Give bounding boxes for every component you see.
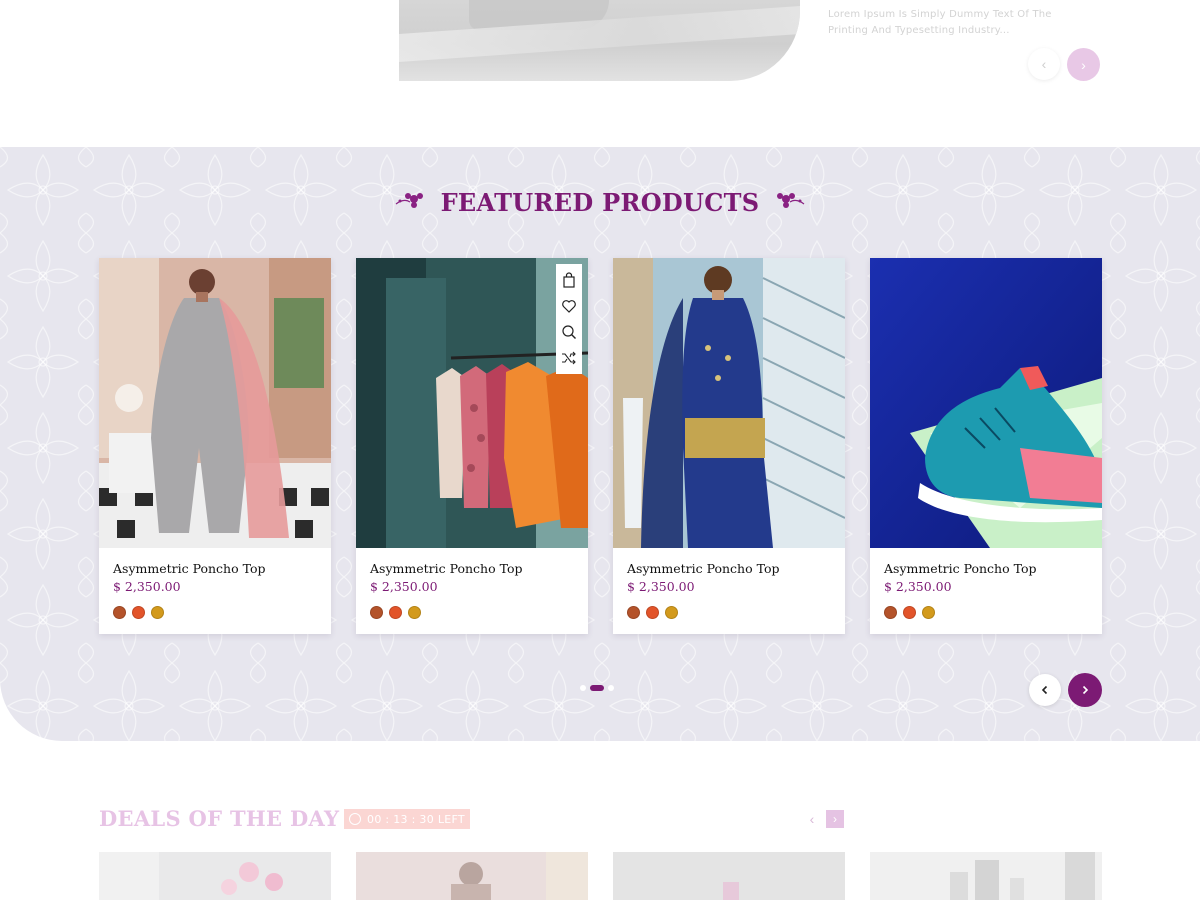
product-name[interactable]: Asymmetric Poncho Top <box>627 561 780 576</box>
add-to-wishlist-button[interactable] <box>557 293 581 319</box>
add-to-cart-button[interactable] <box>557 267 581 293</box>
deal-product-image[interactable] <box>99 852 331 900</box>
banner-prev-button[interactable]: ‹ <box>1028 48 1060 80</box>
orchid-flower-icon <box>774 190 806 215</box>
banner-description: Lorem Ipsum Is Simply Dummy Text Of The … <box>828 9 1052 36</box>
color-swatches <box>113 606 164 619</box>
orchid-flower-icon <box>394 190 426 215</box>
color-swatch[interactable] <box>922 606 935 619</box>
color-swatch[interactable] <box>113 606 126 619</box>
color-swatch[interactable] <box>389 606 402 619</box>
product-card[interactable]: Asymmetric Poncho Top $ 2,350.00 <box>613 258 845 634</box>
shuffle-icon <box>562 351 576 365</box>
color-swatches <box>884 606 935 619</box>
deals-next-button[interactable]: › <box>826 810 844 828</box>
banner-next-button[interactable]: › <box>1067 48 1100 81</box>
deal-timer-badge: 00 : 13 : 30 LEFT <box>344 809 470 829</box>
chevron-left-icon <box>1041 685 1048 695</box>
deal-timer-text: 00 : 13 : 30 LEFT <box>367 812 465 826</box>
color-swatch[interactable] <box>370 606 383 619</box>
product-image[interactable] <box>870 258 1102 548</box>
product-card[interactable]: Asymmetric Poncho Top $ 2,350.00 <box>870 258 1102 634</box>
product-image[interactable] <box>99 258 331 548</box>
chevron-right-icon: › <box>1081 56 1086 73</box>
featured-prev-button[interactable] <box>1029 674 1061 706</box>
color-swatches <box>627 606 678 619</box>
compare-button[interactable] <box>557 345 581 371</box>
product-card[interactable]: Asymmetric Poncho Top $ 2,350.00 <box>356 258 588 634</box>
chevron-left-icon: ‹ <box>1041 56 1047 72</box>
color-swatch[interactable] <box>627 606 640 619</box>
product-image[interactable] <box>356 258 588 548</box>
chevron-right-icon <box>1082 685 1089 695</box>
color-swatch[interactable] <box>646 606 659 619</box>
chevron-right-icon: › <box>833 812 837 826</box>
product-card[interactable]: Asymmetric Poncho Top $ 2,350.00 <box>99 258 331 634</box>
product-name[interactable]: Asymmetric Poncho Top <box>884 561 1037 576</box>
color-swatches <box>370 606 421 619</box>
deal-product-image[interactable] <box>613 852 845 900</box>
section-title: FEATURED PRODUCTS <box>0 188 1200 217</box>
color-swatch[interactable] <box>665 606 678 619</box>
search-icon <box>562 325 576 339</box>
deals-prev-button[interactable]: ‹ <box>803 810 821 828</box>
featured-products-section: FEATURED PRODUCTS Asymmetric Poncho Top … <box>0 147 1200 741</box>
pagination-dot[interactable] <box>580 685 586 691</box>
chevron-left-icon: ‹ <box>809 811 815 827</box>
product-price: $ 2,350.00 <box>627 579 695 594</box>
quick-view-button[interactable] <box>557 319 581 345</box>
carousel-pagination <box>580 685 614 691</box>
color-swatch[interactable] <box>151 606 164 619</box>
section-title-text: FEATURED PRODUCTS <box>440 188 760 217</box>
pagination-dot[interactable] <box>608 685 614 691</box>
banner-image <box>399 0 800 81</box>
color-swatch[interactable] <box>132 606 145 619</box>
featured-next-button[interactable] <box>1068 673 1102 707</box>
product-name[interactable]: Asymmetric Poncho Top <box>113 561 266 576</box>
clock-icon <box>349 813 362 825</box>
product-price: $ 2,350.00 <box>113 579 181 594</box>
color-swatch[interactable] <box>408 606 421 619</box>
product-price: $ 2,350.00 <box>370 579 438 594</box>
heart-icon <box>562 300 576 313</box>
deals-title: DEALS OF THE DAY <box>99 806 340 831</box>
product-actions <box>556 264 582 374</box>
product-price: $ 2,350.00 <box>884 579 952 594</box>
deal-product-image[interactable] <box>870 852 1102 900</box>
product-image[interactable] <box>613 258 845 548</box>
bag-icon <box>563 272 575 288</box>
product-name[interactable]: Asymmetric Poncho Top <box>370 561 523 576</box>
top-banner: Lorem Ipsum Is Simply Dummy Text Of The … <box>0 0 1200 146</box>
color-swatch[interactable] <box>884 606 897 619</box>
pagination-dot-active[interactable] <box>590 685 604 691</box>
color-swatch[interactable] <box>903 606 916 619</box>
deal-product-image[interactable] <box>356 852 588 900</box>
